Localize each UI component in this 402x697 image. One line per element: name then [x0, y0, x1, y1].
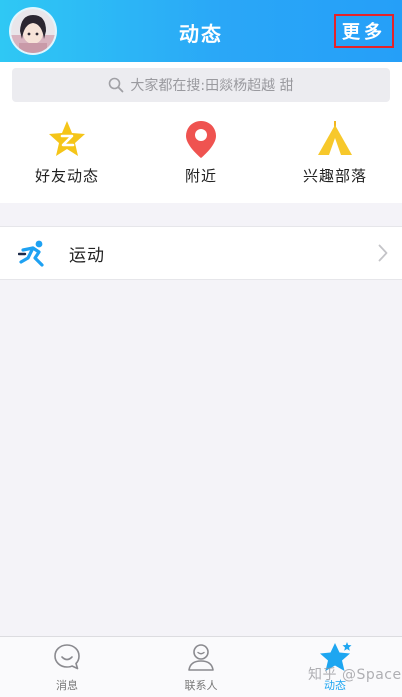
running-man-icon: [17, 239, 48, 267]
chat-bubble-icon: [52, 642, 82, 672]
interest-tribe-label: 兴趣部落: [302, 167, 367, 185]
tribe-tent-icon: [315, 119, 355, 159]
chevron-right-icon: [378, 244, 388, 262]
search-icon: [108, 77, 124, 93]
friends-feed-star-icon: [47, 119, 87, 159]
friends-feed-label: 好友动态: [34, 167, 99, 185]
list-item-sports[interactable]: 运动: [0, 226, 402, 280]
friends-feed-button[interactable]: 好友动态: [0, 109, 134, 203]
more-button[interactable]: 更多: [334, 14, 394, 48]
tab-messages[interactable]: 消息: [0, 637, 134, 697]
tab-messages-label: 消息: [56, 679, 78, 692]
nearby-button[interactable]: 附近: [134, 109, 268, 203]
search-placeholder: 大家都在搜:田燚杨超越 甜: [130, 78, 294, 94]
tab-contacts-label: 联系人: [184, 679, 218, 692]
search-section: 大家都在搜:田燚杨超越 甜: [0, 62, 402, 109]
quick-actions: 好友动态 附近 兴趣部落: [0, 109, 402, 203]
contacts-person-icon: [186, 642, 216, 672]
watermark: 知乎 @Space: [308, 667, 402, 683]
search-input[interactable]: 大家都在搜:田燚杨超越 甜: [12, 68, 390, 102]
top-bar: 动态 更多: [0, 0, 402, 62]
list-item-label: 运动: [69, 246, 105, 266]
nearby-label: 附近: [184, 167, 217, 185]
interest-tribe-button[interactable]: 兴趣部落: [268, 109, 402, 203]
location-pin-icon: [181, 119, 221, 159]
tab-contacts[interactable]: 联系人: [134, 637, 268, 697]
